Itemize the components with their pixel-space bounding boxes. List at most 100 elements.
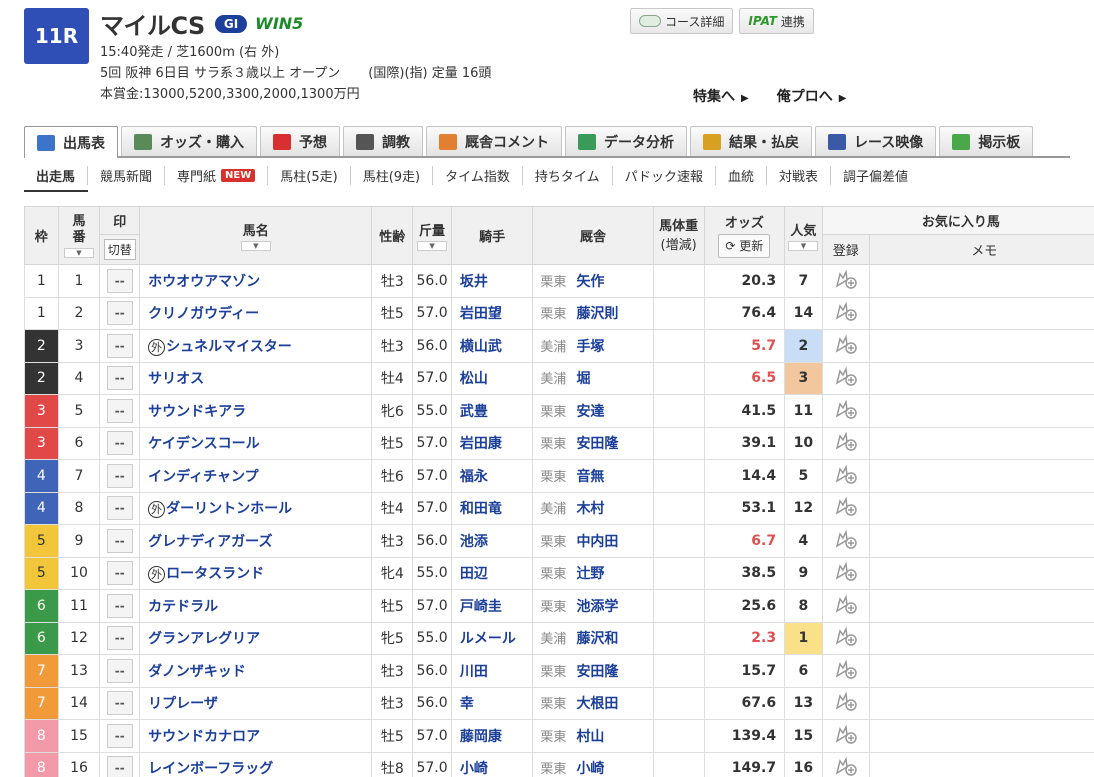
jockey-link[interactable]: ルメール [460, 631, 516, 647]
memo-cell[interactable] [868, 329, 1094, 363]
trainer-link[interactable]: 藤沢和 [576, 631, 618, 647]
horse-name-link[interactable]: ダーリントンホール [166, 501, 292, 517]
horse-name-link[interactable]: サリオス [148, 371, 204, 387]
horse-name-link[interactable]: クリノガウディー [148, 306, 259, 322]
mark-select[interactable]: -- [106, 691, 133, 716]
sort-chevron-icon[interactable]: ▼ [788, 241, 819, 251]
mark-select[interactable]: -- [106, 431, 133, 456]
jockey-link[interactable]: 坂井 [460, 274, 488, 290]
course-detail-button[interactable]: コース詳細 [630, 8, 734, 34]
memo-cell[interactable] [868, 264, 1094, 298]
jockey-link[interactable]: 小崎 [460, 761, 488, 777]
mark-select[interactable]: -- [106, 593, 133, 618]
horse-name-link[interactable]: ホウオウアマゾン [148, 274, 260, 290]
trainer-link[interactable]: 小崎 [576, 761, 604, 777]
horse-name-link[interactable]: レインボーフラッグ [148, 761, 273, 777]
trainer-link[interactable]: 安田隆 [576, 436, 618, 452]
horse-name-link[interactable]: リプレーザ [148, 696, 218, 712]
col-pop[interactable]: 人気 ▼ [784, 206, 823, 265]
add-favorite-icon[interactable] [834, 365, 858, 387]
memo-cell[interactable] [868, 426, 1094, 460]
mark-select[interactable]: -- [106, 723, 133, 748]
horse-name-link[interactable]: ダノンザキッド [148, 664, 246, 680]
horse-name-link[interactable]: ロータスランド [166, 566, 264, 582]
mark-select[interactable]: -- [106, 528, 133, 553]
memo-cell[interactable] [868, 361, 1094, 395]
horse-name-link[interactable]: グレナディアガーズ [148, 534, 272, 550]
add-favorite-icon[interactable] [834, 658, 858, 680]
trainer-link[interactable]: 池添学 [576, 599, 618, 615]
add-favorite-icon[interactable] [834, 560, 858, 582]
add-favorite-icon[interactable] [834, 593, 858, 615]
main-tab[interactable]: データ分析 [565, 126, 687, 156]
trainer-link[interactable]: 矢作 [576, 274, 604, 290]
add-favorite-icon[interactable] [834, 333, 858, 355]
mark-select[interactable]: -- [106, 626, 133, 651]
sub-tab[interactable]: 出走馬 [24, 165, 89, 185]
jockey-link[interactable]: 幸 [460, 696, 474, 712]
mark-select[interactable]: -- [106, 366, 133, 391]
jockey-link[interactable]: 戸崎圭 [460, 599, 502, 615]
memo-cell[interactable] [868, 589, 1094, 623]
sub-tab[interactable]: 競馬新聞 [88, 165, 166, 185]
add-favorite-icon[interactable] [834, 398, 858, 420]
horse-name-link[interactable]: インディチャンプ [148, 469, 258, 485]
mark-select[interactable]: -- [106, 268, 133, 293]
add-favorite-icon[interactable] [834, 690, 858, 712]
jockey-link[interactable]: 岩田望 [460, 306, 502, 322]
memo-cell[interactable] [868, 296, 1094, 330]
trainer-link[interactable]: 辻野 [576, 566, 604, 582]
jockey-link[interactable]: 和田竜 [460, 501, 502, 517]
sub-tab[interactable]: 持ちタイム [523, 165, 613, 185]
memo-cell[interactable] [868, 394, 1094, 428]
add-favorite-icon[interactable] [834, 723, 858, 745]
mark-select[interactable]: -- [106, 463, 133, 488]
mark-select[interactable]: -- [106, 561, 133, 586]
sub-tab[interactable]: タイム指数 [433, 165, 523, 185]
main-tab[interactable]: 掲示板 [939, 126, 1034, 156]
main-tab[interactable]: 厩舎コメント [426, 126, 562, 156]
trainer-link[interactable]: 安達 [576, 404, 604, 420]
horse-name-link[interactable]: カテドラル [148, 599, 218, 615]
add-favorite-icon[interactable] [834, 625, 858, 647]
jockey-link[interactable]: 川田 [460, 664, 488, 680]
jockey-link[interactable]: 武豊 [460, 404, 488, 420]
jockey-link[interactable]: 福永 [460, 469, 488, 485]
sort-chevron-icon[interactable]: ▼ [240, 241, 271, 251]
oreplo-link[interactable]: 俺プロへ ▶ [777, 86, 847, 106]
main-tab[interactable]: 調教 [343, 126, 423, 156]
memo-cell[interactable] [868, 491, 1094, 525]
memo-cell[interactable] [868, 686, 1094, 720]
horse-name-link[interactable]: サウンドキアラ [148, 404, 246, 420]
ipat-link-button[interactable]: IPAT 連携 [739, 8, 814, 34]
odds-refresh-button[interactable]: ⟳ 更新 [718, 233, 771, 258]
add-favorite-icon[interactable] [834, 300, 858, 322]
sub-tab[interactable]: 調子偏差値 [831, 166, 920, 185]
trainer-link[interactable]: 藤沢則 [576, 306, 618, 322]
memo-cell[interactable] [868, 556, 1094, 590]
add-favorite-icon[interactable] [834, 430, 858, 452]
sub-tab[interactable]: パドック速報 [613, 165, 717, 185]
mark-select[interactable]: -- [106, 658, 133, 683]
mark-toggle-button[interactable]: 切替 [103, 239, 136, 260]
mark-select[interactable]: -- [106, 398, 133, 423]
add-favorite-icon[interactable] [834, 755, 858, 777]
feature-link[interactable]: 特集へ ▶ [693, 86, 749, 106]
memo-cell[interactable] [868, 524, 1094, 558]
add-favorite-icon[interactable] [834, 268, 858, 290]
horse-name-link[interactable]: シュネルマイスター [166, 339, 292, 355]
trainer-link[interactable]: 音無 [576, 469, 604, 485]
add-favorite-icon[interactable] [834, 463, 858, 485]
main-tab[interactable]: オッズ・購入 [121, 126, 257, 156]
sub-tab[interactable]: 対戦表 [767, 165, 832, 185]
memo-cell[interactable] [868, 621, 1094, 655]
sort-chevron-icon[interactable]: ▼ [64, 247, 94, 258]
sub-tab[interactable]: 専門紙 NEW [165, 165, 269, 185]
horse-name-link[interactable]: グランアレグリア [148, 631, 260, 647]
memo-cell[interactable] [868, 719, 1094, 753]
memo-cell[interactable] [868, 459, 1094, 493]
main-tab[interactable]: レース映像 [815, 126, 937, 156]
trainer-link[interactable]: 村山 [576, 729, 604, 745]
mark-select[interactable]: -- [106, 333, 133, 358]
jockey-link[interactable]: 横山武 [460, 339, 502, 355]
